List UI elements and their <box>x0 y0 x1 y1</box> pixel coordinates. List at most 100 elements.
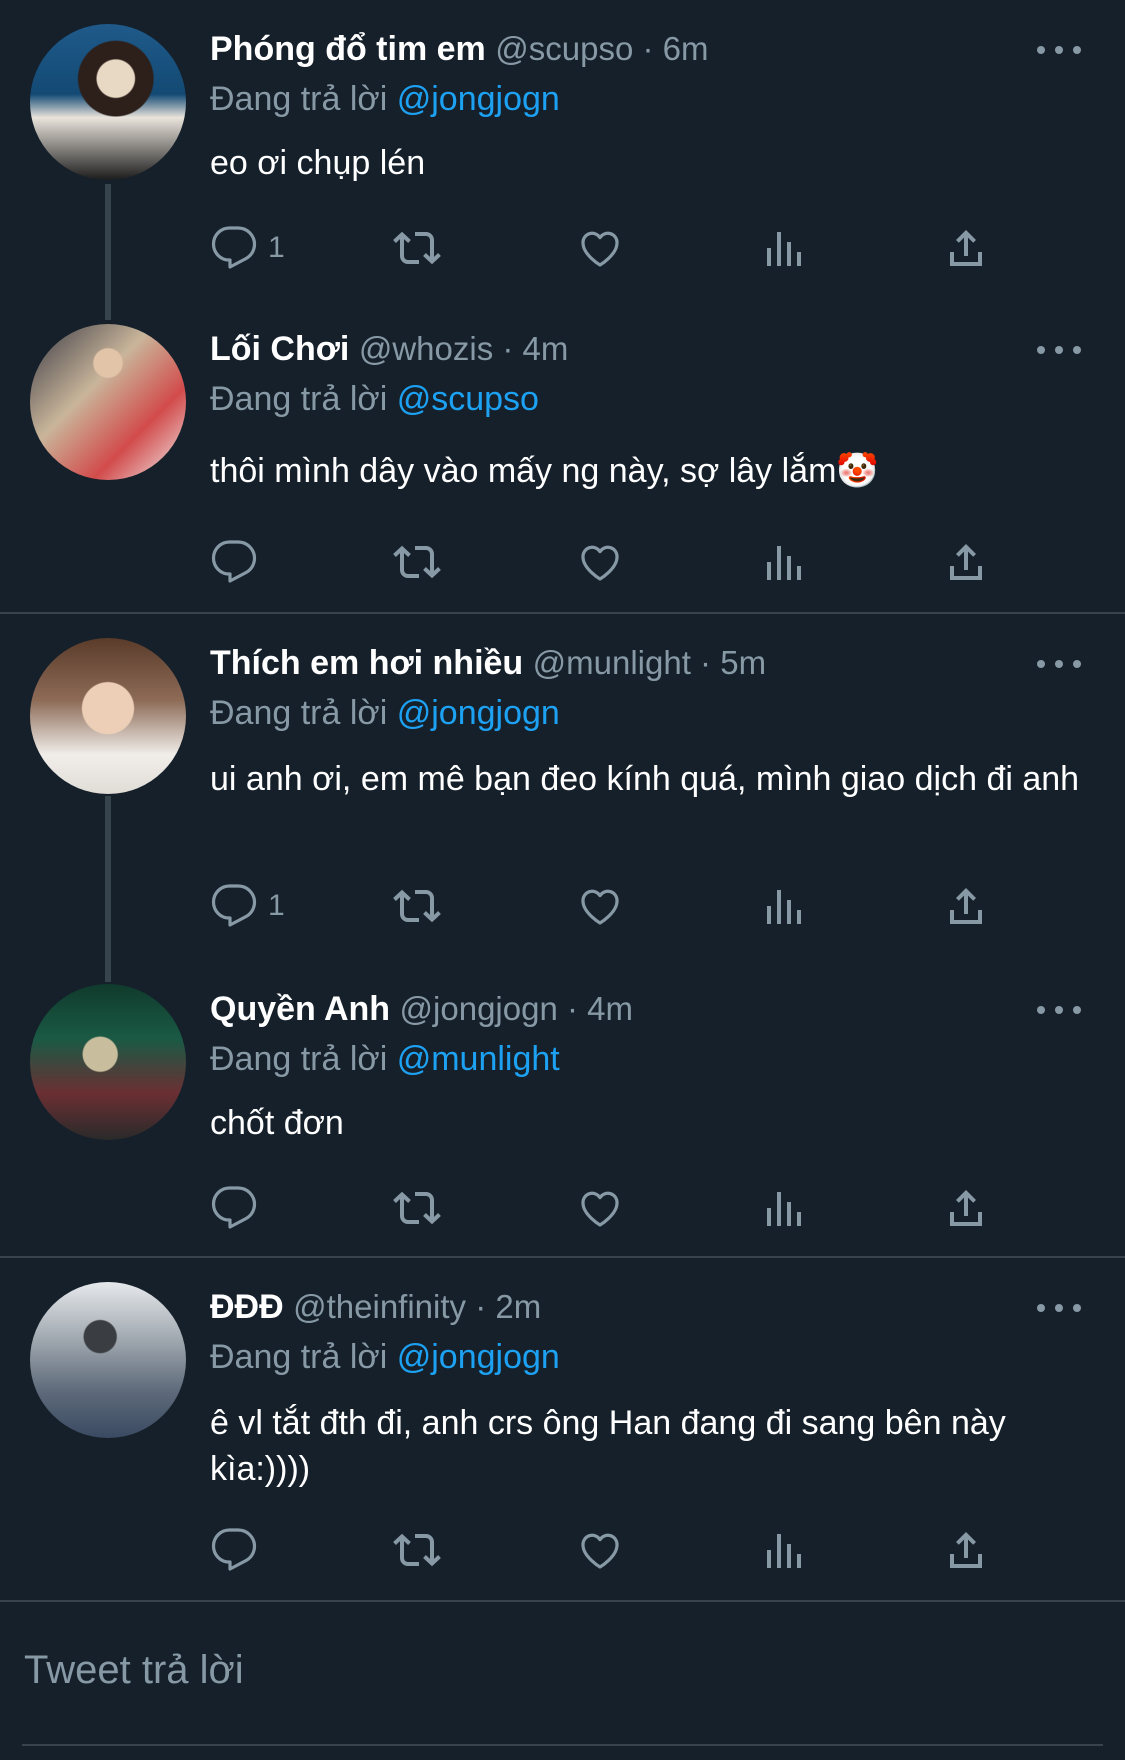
reply-icon <box>210 1184 258 1232</box>
analytics-button[interactable] <box>759 876 807 936</box>
share-button[interactable] <box>942 1178 990 1238</box>
replying-to-label: Đang trả lời <box>210 1338 388 1376</box>
like-button[interactable] <box>576 218 624 278</box>
like-icon <box>576 882 624 930</box>
mention-link[interactable]: @scupso <box>397 380 539 418</box>
timestamp[interactable]: 5m <box>720 644 766 681</box>
like-icon <box>576 538 624 586</box>
separator: · <box>690 644 721 681</box>
mention-link[interactable]: @munlight <box>397 1040 560 1078</box>
share-button[interactable] <box>942 1520 990 1580</box>
action-bar <box>210 1178 1090 1238</box>
timestamp[interactable]: 2m <box>495 1288 541 1325</box>
analytics-button[interactable] <box>759 1178 807 1238</box>
tweet[interactable]: ĐĐĐ @theinfinity · 2m Đang trả lời @jong… <box>0 1258 1125 1600</box>
share-button[interactable] <box>942 532 990 592</box>
timestamp[interactable]: 6m <box>663 30 709 67</box>
analytics-button[interactable] <box>759 1520 807 1580</box>
mention-link[interactable]: @jongjogn <box>397 694 560 732</box>
avatar[interactable] <box>30 24 186 180</box>
replying-to-label: Đang trả lời <box>210 380 388 418</box>
tweet-text: thôi mình dây vào mấy ng này, sợ lây lắm… <box>210 452 879 490</box>
separator: · <box>633 30 663 67</box>
tweet-author[interactable]: ĐĐĐ @theinfinity · 2m <box>210 1288 541 1327</box>
analytics-icon <box>759 1526 807 1574</box>
like-button[interactable] <box>576 532 624 592</box>
tweet[interactable]: Thích em hơi nhiều @munlight · 5m Đang t… <box>0 614 1125 960</box>
retweet-button[interactable] <box>393 1520 441 1580</box>
like-icon <box>576 1184 624 1232</box>
more-icon[interactable] <box>1037 1003 1081 1017</box>
share-button[interactable] <box>942 876 990 936</box>
like-icon <box>576 224 624 272</box>
share-icon <box>942 1184 990 1232</box>
display-name[interactable]: Lối Chơi <box>210 330 349 368</box>
retweet-icon <box>393 1184 441 1232</box>
reply-icon <box>210 1526 258 1574</box>
retweet-icon <box>393 882 441 930</box>
reply-button[interactable] <box>210 1520 268 1580</box>
handle[interactable]: @scupso <box>495 30 633 67</box>
tweet[interactable]: Quyền Anh @jongjogn · 4m Đang trả lời @m… <box>0 960 1125 1256</box>
replying-to-label: Đang trả lời <box>210 694 388 732</box>
replying-to: Đang trả lời @jongjogn <box>210 1338 560 1377</box>
tweet[interactable]: Phóng đổ tim em @scupso · 6m Đang trả lờ… <box>0 0 1125 300</box>
tweet-author[interactable]: Quyền Anh @jongjogn · 4m <box>210 990 633 1029</box>
replying-to: Đang trả lời @scupso <box>210 380 539 419</box>
handle[interactable]: @jongjogn <box>400 990 558 1027</box>
analytics-icon <box>759 882 807 930</box>
like-button[interactable] <box>576 876 624 936</box>
tweet-text: ui anh ơi, em mê bạn đeo kính quá, mình … <box>210 760 1080 798</box>
handle[interactable]: @whozis <box>359 330 493 367</box>
tweet[interactable]: Lối Chơi @whozis · 4m Đang trả lời @scup… <box>0 300 1125 612</box>
timestamp[interactable]: 4m <box>587 990 633 1027</box>
more-icon[interactable] <box>1037 657 1081 671</box>
analytics-button[interactable] <box>759 532 807 592</box>
share-icon <box>942 1526 990 1574</box>
handle[interactable]: @munlight <box>533 644 691 681</box>
display-name[interactable]: Quyền Anh <box>210 990 390 1028</box>
retweet-button[interactable] <box>393 532 441 592</box>
analytics-icon <box>759 538 807 586</box>
tweet-author[interactable]: Thích em hơi nhiều @munlight · 5m <box>210 644 766 683</box>
mention-link[interactable]: @jongjogn <box>397 1338 560 1376</box>
display-name[interactable]: Thích em hơi nhiều <box>210 644 523 682</box>
avatar[interactable] <box>30 638 186 794</box>
retweet-button[interactable] <box>393 1178 441 1238</box>
more-icon[interactable] <box>1037 343 1081 357</box>
retweet-button[interactable] <box>393 876 441 936</box>
reply-button[interactable]: 1 <box>210 876 285 936</box>
avatar[interactable] <box>30 984 186 1140</box>
handle[interactable]: @theinfinity <box>293 1288 466 1325</box>
separator: · <box>557 990 588 1027</box>
avatar[interactable] <box>30 324 186 480</box>
retweet-icon <box>393 538 441 586</box>
reply-button[interactable]: 1 <box>210 218 285 278</box>
divider <box>22 1744 1103 1746</box>
share-button[interactable] <box>942 218 990 278</box>
display-name[interactable]: ĐĐĐ <box>210 1288 284 1326</box>
like-button[interactable] <box>576 1520 624 1580</box>
action-bar: 1 <box>210 218 1090 278</box>
display-name[interactable]: Phóng đổ tim em <box>210 30 486 68</box>
separator: · <box>466 1288 496 1325</box>
reply-button[interactable] <box>210 532 268 592</box>
replying-to-label: Đang trả lời <box>210 1040 388 1078</box>
replying-to-label: Đang trả lời <box>210 80 388 118</box>
retweet-icon <box>393 1526 441 1574</box>
tweet-author[interactable]: Phóng đổ tim em @scupso · 6m <box>210 30 708 69</box>
separator: · <box>493 330 523 367</box>
more-icon[interactable] <box>1037 1301 1081 1315</box>
analytics-button[interactable] <box>759 218 807 278</box>
reply-button[interactable] <box>210 1178 268 1238</box>
retweet-button[interactable] <box>393 218 441 278</box>
mention-link[interactable]: @jongjogn <box>397 80 560 118</box>
reply-input[interactable]: Tweet trả lời <box>24 1648 244 1693</box>
avatar[interactable] <box>30 1282 186 1438</box>
tweet-author[interactable]: Lối Chơi @whozis · 4m <box>210 330 568 369</box>
divider <box>0 1600 1125 1602</box>
timestamp[interactable]: 4m <box>523 330 569 367</box>
more-icon[interactable] <box>1037 43 1081 57</box>
retweet-icon <box>393 224 441 272</box>
like-button[interactable] <box>576 1178 624 1238</box>
